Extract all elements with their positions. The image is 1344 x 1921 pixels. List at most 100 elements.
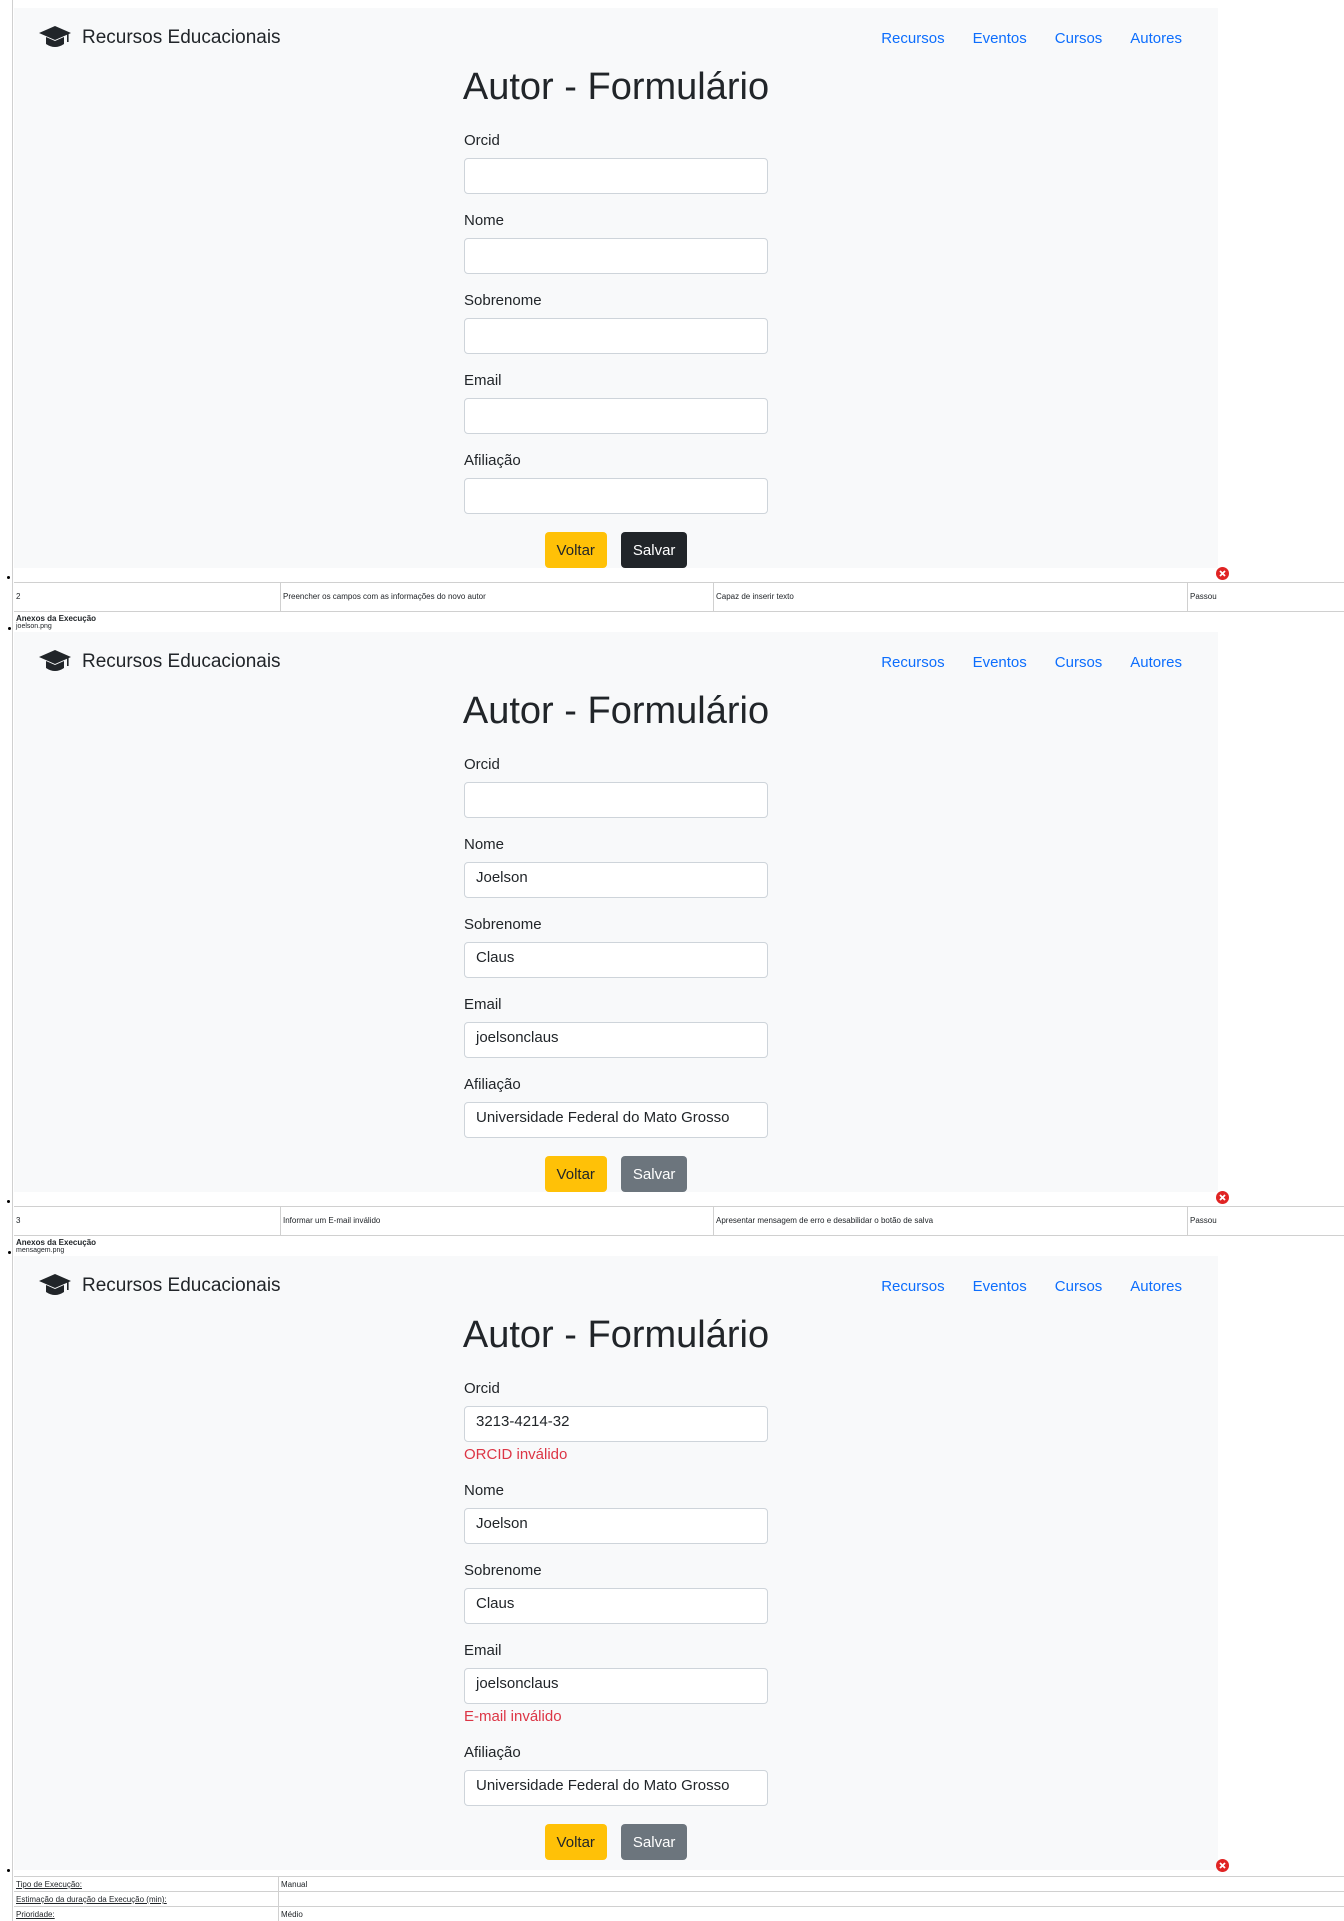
email-label: Email <box>464 372 502 389</box>
meta-row: Prioridade: Médio <box>14 1906 1344 1921</box>
step-number: 3 <box>14 1207 281 1235</box>
author-form: Orcid 3213-4214-32 ORCID inválido Nome J… <box>464 1380 768 1860</box>
graduation-cap-icon <box>39 650 71 671</box>
nome-input[interactable]: Joelson <box>464 1508 768 1544</box>
voltar-button[interactable]: Voltar <box>544 1824 607 1860</box>
sobrenome-input[interactable]: Claus <box>464 942 768 978</box>
nav-link-cursos[interactable]: Cursos <box>1055 30 1103 47</box>
afiliacao-input[interactable]: Universidade Federal do Mato Grosso <box>464 1102 768 1138</box>
author-form: Orcid Nome Sobrenome Email Afiliação Vol… <box>464 132 768 568</box>
sobrenome-label: Sobrenome <box>464 1562 542 1579</box>
page-title: Autor - Formulário <box>462 1314 770 1356</box>
navbar-links: Recursos Eventos Cursos Autores <box>881 1278 1182 1295</box>
nav-link-recursos[interactable]: Recursos <box>881 654 944 671</box>
salvar-button[interactable]: Salvar <box>620 532 688 568</box>
page-title: Autor - Formulário <box>462 690 770 732</box>
nav-link-autores[interactable]: Autores <box>1130 654 1182 671</box>
list-bullet <box>7 576 10 579</box>
nome-input[interactable]: Joelson <box>464 862 768 898</box>
nav-link-cursos[interactable]: Cursos <box>1055 654 1103 671</box>
brand-name: Recursos Educacionais <box>82 651 281 672</box>
step-status: Passou <box>1190 1216 1217 1225</box>
graduation-cap-icon <box>39 1274 71 1295</box>
meta-value <box>279 1892 283 1906</box>
attachment-file-link[interactable]: mensagem.png <box>16 1247 64 1254</box>
sobrenome-label: Sobrenome <box>464 916 542 933</box>
sobrenome-input[interactable] <box>464 318 768 354</box>
orcid-input[interactable]: 3213-4214-32 <box>464 1406 768 1442</box>
afiliacao-label: Afiliação <box>464 1076 521 1093</box>
nav-link-autores[interactable]: Autores <box>1130 30 1182 47</box>
graduation-cap-icon <box>39 26 71 47</box>
brand-name: Recursos Educacionais <box>82 1275 281 1296</box>
nav-link-autores[interactable]: Autores <box>1130 1278 1182 1295</box>
meta-value: Médio <box>281 1910 303 1919</box>
attachments-title: Anexos da Execução <box>16 1238 97 1247</box>
step-row: 3 Informar um E-mail inválido Apresentar… <box>14 1206 1344 1236</box>
salvar-button[interactable]: Salvar <box>620 1824 688 1860</box>
orcid-label: Orcid <box>464 132 500 149</box>
email-input[interactable] <box>464 398 768 434</box>
list-bullet <box>7 1200 10 1203</box>
failed-status-icon <box>1216 1191 1229 1204</box>
author-form: Orcid Nome Joelson Sobrenome Claus Email… <box>464 756 768 1192</box>
navbar-brand[interactable]: Recursos Educacionais <box>38 648 281 676</box>
step-expected: Capaz de inserir texto <box>714 583 1188 611</box>
nav-link-recursos[interactable]: Recursos <box>881 1278 944 1295</box>
meta-value: Manual <box>281 1880 308 1889</box>
nav-link-eventos[interactable]: Eventos <box>973 30 1027 47</box>
meta-row: Tipo de Execução: Manual <box>14 1876 1344 1891</box>
nome-label: Nome <box>464 1482 505 1499</box>
email-error-message: E-mail inválido <box>464 1708 562 1725</box>
email-label: Email <box>464 996 502 1013</box>
nome-label: Nome <box>464 836 505 853</box>
nav-link-eventos[interactable]: Eventos <box>973 1278 1027 1295</box>
email-input[interactable]: joelsonclaus <box>464 1022 768 1058</box>
afiliacao-input[interactable] <box>464 478 768 514</box>
step-expected: Apresentar mensagem de erro e desabilida… <box>714 1207 1188 1235</box>
left-border-line <box>12 0 13 1921</box>
nav-link-cursos[interactable]: Cursos <box>1055 1278 1103 1295</box>
orcid-label: Orcid <box>464 1380 500 1397</box>
step-row: 2 Preencher os campos com as informações… <box>14 582 1344 612</box>
failed-status-icon <box>1216 1859 1229 1872</box>
navbar-brand[interactable]: Recursos Educacionais <box>38 24 281 52</box>
orcid-label: Orcid <box>464 756 500 773</box>
salvar-button[interactable]: Salvar <box>620 1156 688 1192</box>
list-bullet <box>8 1251 11 1254</box>
list-bullet <box>7 1869 10 1872</box>
app-screenshot-3: Recursos Educacionais Recursos Eventos C… <box>14 1256 1218 1870</box>
step-status: Passou <box>1190 592 1217 601</box>
afiliacao-label: Afiliação <box>464 452 521 469</box>
navbar-links: Recursos Eventos Cursos Autores <box>881 654 1182 671</box>
failed-status-icon <box>1216 567 1229 580</box>
step-number: 2 <box>14 583 281 611</box>
meta-key: Estimação da duração da Execução (min): <box>14 1892 279 1906</box>
navbar-links: Recursos Eventos Cursos Autores <box>881 30 1182 47</box>
attachment-file-link[interactable]: joelson.png <box>16 623 52 630</box>
brand-name: Recursos Educacionais <box>82 27 281 48</box>
email-input[interactable]: joelsonclaus <box>464 1668 768 1704</box>
orcid-input[interactable] <box>464 158 768 194</box>
app-screenshot-2: Recursos Educacionais Recursos Eventos C… <box>14 632 1218 1192</box>
nav-link-eventos[interactable]: Eventos <box>973 654 1027 671</box>
execution-meta-table: Tipo de Execução: Manual Estimação da du… <box>14 1876 1344 1921</box>
nav-link-recursos[interactable]: Recursos <box>881 30 944 47</box>
step-action: Preencher os campos com as informações d… <box>281 583 714 611</box>
page-title: Autor - Formulário <box>462 66 770 108</box>
app-screenshot-1: Recursos Educacionais Recursos Eventos C… <box>14 8 1218 568</box>
voltar-button[interactable]: Voltar <box>544 1156 607 1192</box>
meta-key: Tipo de Execução: <box>14 1877 279 1891</box>
navbar-brand[interactable]: Recursos Educacionais <box>38 1272 281 1300</box>
sobrenome-input[interactable]: Claus <box>464 1588 768 1624</box>
voltar-button[interactable]: Voltar <box>544 532 607 568</box>
sobrenome-label: Sobrenome <box>464 292 542 309</box>
attachments-title: Anexos da Execução <box>16 614 97 623</box>
nome-label: Nome <box>464 212 505 229</box>
orcid-input[interactable] <box>464 782 768 818</box>
email-label: Email <box>464 1642 502 1659</box>
nome-input[interactable] <box>464 238 768 274</box>
orcid-error-message: ORCID inválido <box>464 1446 568 1463</box>
meta-row: Estimação da duração da Execução (min): <box>14 1891 1344 1906</box>
afiliacao-input[interactable]: Universidade Federal do Mato Grosso <box>464 1770 768 1806</box>
